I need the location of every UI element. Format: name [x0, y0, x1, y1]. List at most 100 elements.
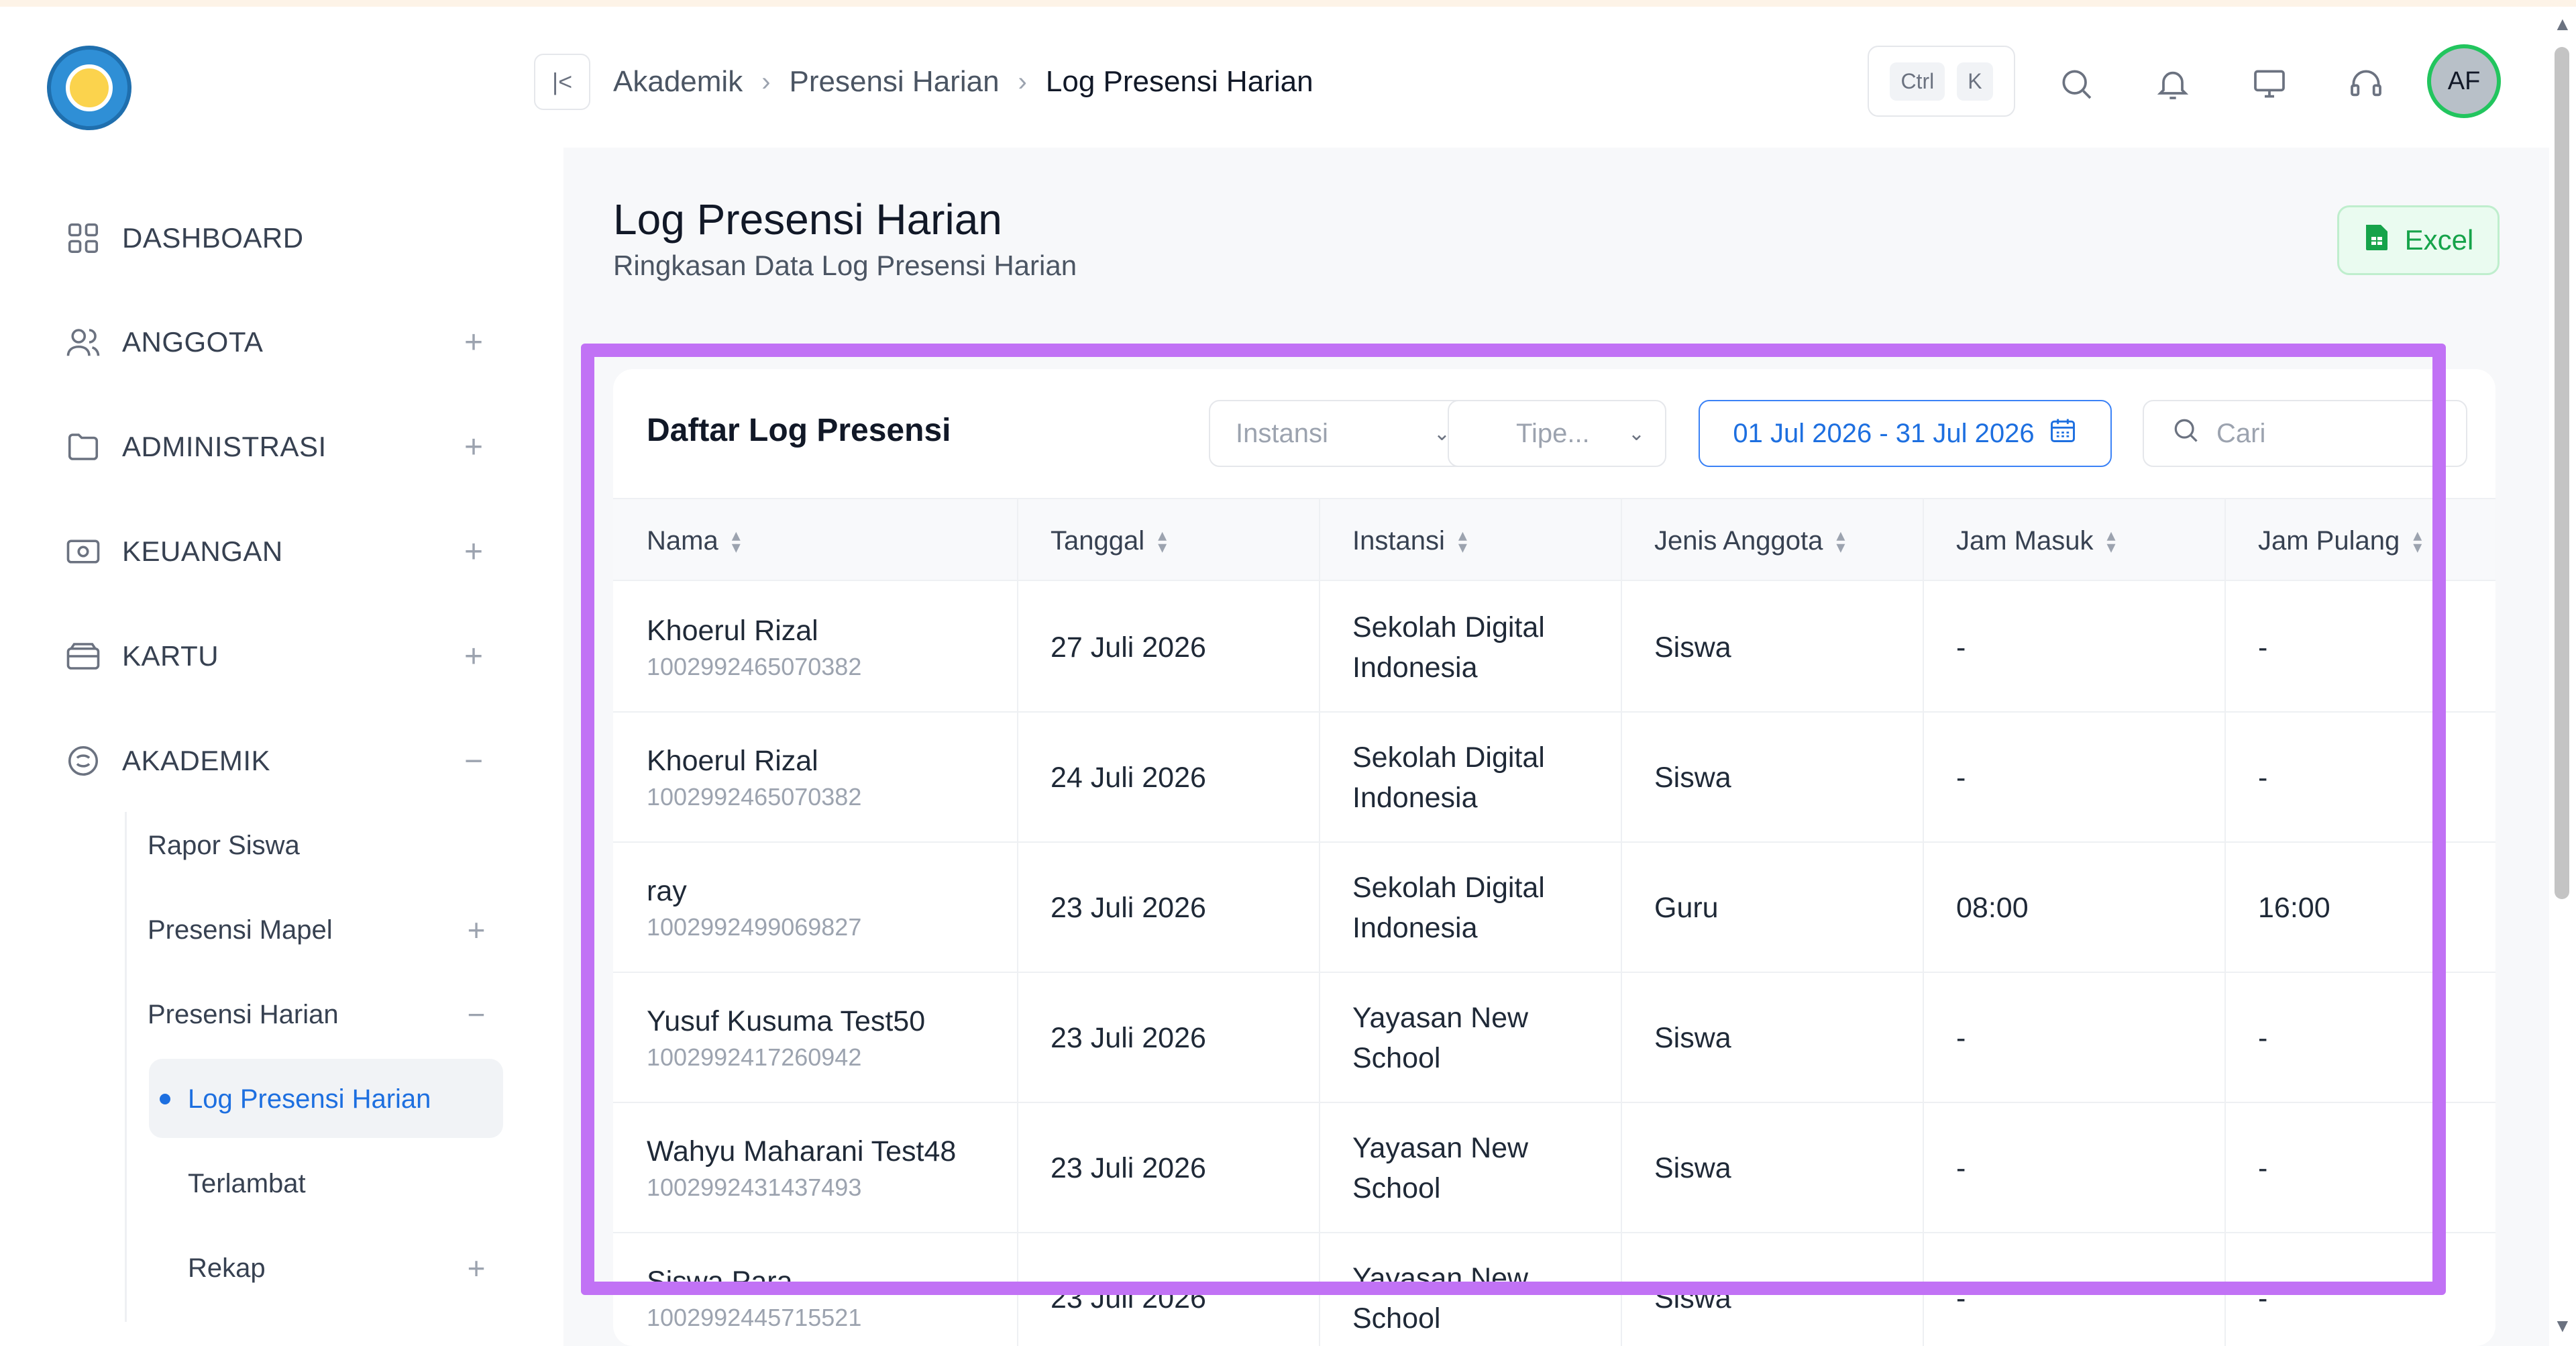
cell-text: -	[2258, 1151, 2268, 1184]
academic-icon	[64, 742, 102, 780]
cell-pulang: -	[2258, 582, 2267, 713]
cell-instansi1: Yayasan New School	[1352, 1103, 1528, 1233]
sidebar-item-label: Terlambat	[188, 1168, 306, 1198]
expand-toggle[interactable]: +	[456, 912, 496, 948]
cell-text: -	[1956, 761, 1966, 794]
cell-masuk: -	[1956, 713, 1966, 843]
collapse-toggle[interactable]: −	[453, 743, 494, 780]
cell-text: Siswa	[1654, 1021, 1731, 1054]
expand-toggle[interactable]: +	[453, 638, 494, 675]
cell-pulang: -	[2258, 973, 2267, 1103]
cell-text: -	[1956, 1021, 1966, 1054]
chevron-down-icon: ⌄	[1627, 422, 1645, 445]
table-row[interactable]: Wahyu Maharani Test48 1002992431437493 23 …	[613, 1103, 2496, 1233]
bell-icon[interactable]	[2149, 60, 2196, 107]
cell-text: ray	[647, 874, 687, 907]
cell-text: Yayasan New	[1352, 1262, 1529, 1294]
date-range-picker[interactable]: 01 Jul 2026 - 31 Jul 2026	[1699, 400, 2112, 467]
sidebar-item-label: ADMINISTRASI	[122, 431, 327, 462]
cell-jenis: Guru	[1654, 843, 1719, 973]
avatar-initials: AF	[2447, 66, 2481, 95]
column-header-jam-masuk[interactable]: Jam Masuk ▴ ▾	[1956, 499, 2116, 582]
scrollbar-thumb[interactable]	[2555, 47, 2569, 899]
expand-toggle[interactable]: +	[453, 429, 494, 466]
breadcrumb-presensi-harian[interactable]: Presensi Harian	[790, 65, 1000, 99]
sidebar-item-kartu[interactable]: KARTU +	[64, 629, 494, 683]
breadcrumb-akademik[interactable]: Akademik	[613, 65, 743, 99]
calendar-icon	[2048, 415, 2078, 452]
sidebar-item-label: Rapor Siswa	[148, 830, 300, 860]
sidebar-item-log-presensi-harian[interactable]: Log Presensi Harian	[188, 1066, 496, 1133]
sidebar-item-label: KEUANGAN	[122, 535, 283, 567]
page-subtitle: Ringkasan Data Log Presensi Harian	[613, 250, 1077, 281]
sidebar-item-keuangan[interactable]: KEUANGAN +	[64, 525, 494, 578]
card-icon	[64, 637, 102, 675]
table-row[interactable]: ray 1002992499069827 23 Juli 2026 Sekolah D…	[613, 843, 2496, 973]
expand-toggle[interactable]: +	[453, 533, 494, 570]
collapse-toggle[interactable]: −	[456, 996, 496, 1033]
cell-masuk: -	[1956, 1233, 1966, 1346]
table-row[interactable]: Khoerul Rizal 1002992465070382 24 Juli 202…	[613, 713, 2496, 843]
avatar[interactable]: AF	[2427, 44, 2501, 118]
expand-toggle[interactable]: +	[456, 1250, 496, 1286]
instansi-select[interactable]: Instansi ⌄	[1209, 400, 1472, 467]
sidebar-item-presensi-mapel[interactable]: Presensi Mapel +	[148, 896, 496, 964]
sidebar-item-label: Rekap	[188, 1253, 266, 1283]
member-id: 1002992431437493	[647, 1173, 862, 1201]
cell-instansi1: Sekolah Digital Indonesia	[1352, 582, 1545, 713]
kbd-k: K	[1957, 62, 1993, 101]
scroll-down-arrow-icon[interactable]: ▼	[2553, 1315, 2572, 1337]
column-header-instansi[interactable]: Instansi ▴ ▾	[1352, 499, 1467, 582]
chevron-right-icon: ›	[1018, 66, 1027, 97]
command-palette-shortcut[interactable]: Ctrl K	[1868, 46, 2015, 117]
sort-icon: ▴ ▾	[1158, 524, 1167, 557]
sidebar-item-administrasi[interactable]: ADMINISTRASI +	[64, 420, 494, 474]
cell-text: -	[2258, 761, 2268, 794]
search-icon[interactable]	[2053, 60, 2100, 107]
kbd-ctrl: Ctrl	[1890, 62, 1945, 101]
tipe-select[interactable]: Tipe... ⌄	[1448, 400, 1666, 467]
cell-text: -	[1956, 1282, 1966, 1314]
column-header-nama[interactable]: Nama ▴ ▾	[647, 499, 741, 582]
cell-text: Wahyu Maharani Test48	[647, 1135, 957, 1168]
cell-jenis: Siswa	[1654, 582, 1731, 713]
collapse-sidebar-button[interactable]: |<	[534, 54, 590, 110]
cell-jenis: Siswa	[1654, 1103, 1731, 1233]
cell-tanggal: 24 Juli 2026	[1051, 713, 1206, 843]
sidebar-item-akademik[interactable]: AKADEMIK −	[64, 734, 494, 788]
cell-text: Khoerul Rizal	[647, 744, 818, 777]
sidebar-item-anggota[interactable]: ANGGOTA +	[64, 315, 494, 369]
headset-icon[interactable]	[2343, 60, 2390, 107]
sidebar-item-dashboard[interactable]: DASHBOARD	[64, 211, 494, 265]
sidebar-item-terlambat[interactable]: Terlambat	[188, 1150, 496, 1217]
cell-masuk: -	[1956, 973, 1966, 1103]
cell-masuk: 08:00	[1956, 843, 2029, 973]
cell-nama: Siswa Para 1002992445715521	[647, 1233, 861, 1346]
column-label: Jam Masuk	[1956, 525, 2094, 556]
column-label: Nama	[647, 525, 718, 556]
column-header-jam-pulang[interactable]: Jam Pulang ▴ ▾	[2258, 499, 2422, 582]
cell-text: -	[1956, 631, 1966, 664]
column-label: Instansi	[1352, 525, 1445, 556]
table-row[interactable]: Khoerul Rizal 1002992465070382 27 Juli 202…	[613, 582, 2496, 713]
export-excel-button[interactable]: Excel	[2337, 205, 2500, 275]
column-header-jenis-anggota[interactable]: Jenis Anggota ▴ ▾	[1654, 499, 1845, 582]
sidebar-item-rekap[interactable]: Rekap +	[188, 1235, 496, 1302]
cell-tanggal: 23 Juli 2026	[1051, 973, 1206, 1103]
logo[interactable]	[47, 46, 131, 130]
cell-pulang: -	[2258, 713, 2267, 843]
cell-text: 24 Juli 2026	[1051, 761, 1206, 794]
expand-toggle[interactable]: +	[453, 324, 494, 361]
sidebar-item-presensi-harian[interactable]: Presensi Harian −	[148, 981, 496, 1048]
table-row[interactable]: Yusuf Kusuma Test50 1002992417260942 23 Ju…	[613, 973, 2496, 1103]
cell-text: Siswa	[1654, 631, 1731, 664]
scroll-up-arrow-icon[interactable]: ▲	[2553, 13, 2572, 35]
monitor-icon[interactable]	[2246, 60, 2293, 107]
cell-pulang: 16:00	[2258, 843, 2330, 973]
sidebar-item-rapor-siswa[interactable]: Rapor Siswa	[148, 812, 496, 879]
cell-text-line2: School	[1352, 1172, 1441, 1204]
table-row[interactable]: Siswa Para 1002992445715521 23 Juli 2026 Ya…	[613, 1233, 2496, 1346]
cell-text: -	[2258, 1282, 2268, 1314]
column-header-tanggal[interactable]: Tanggal ▴ ▾	[1051, 499, 1167, 582]
search-input[interactable]: Cari	[2143, 400, 2467, 467]
